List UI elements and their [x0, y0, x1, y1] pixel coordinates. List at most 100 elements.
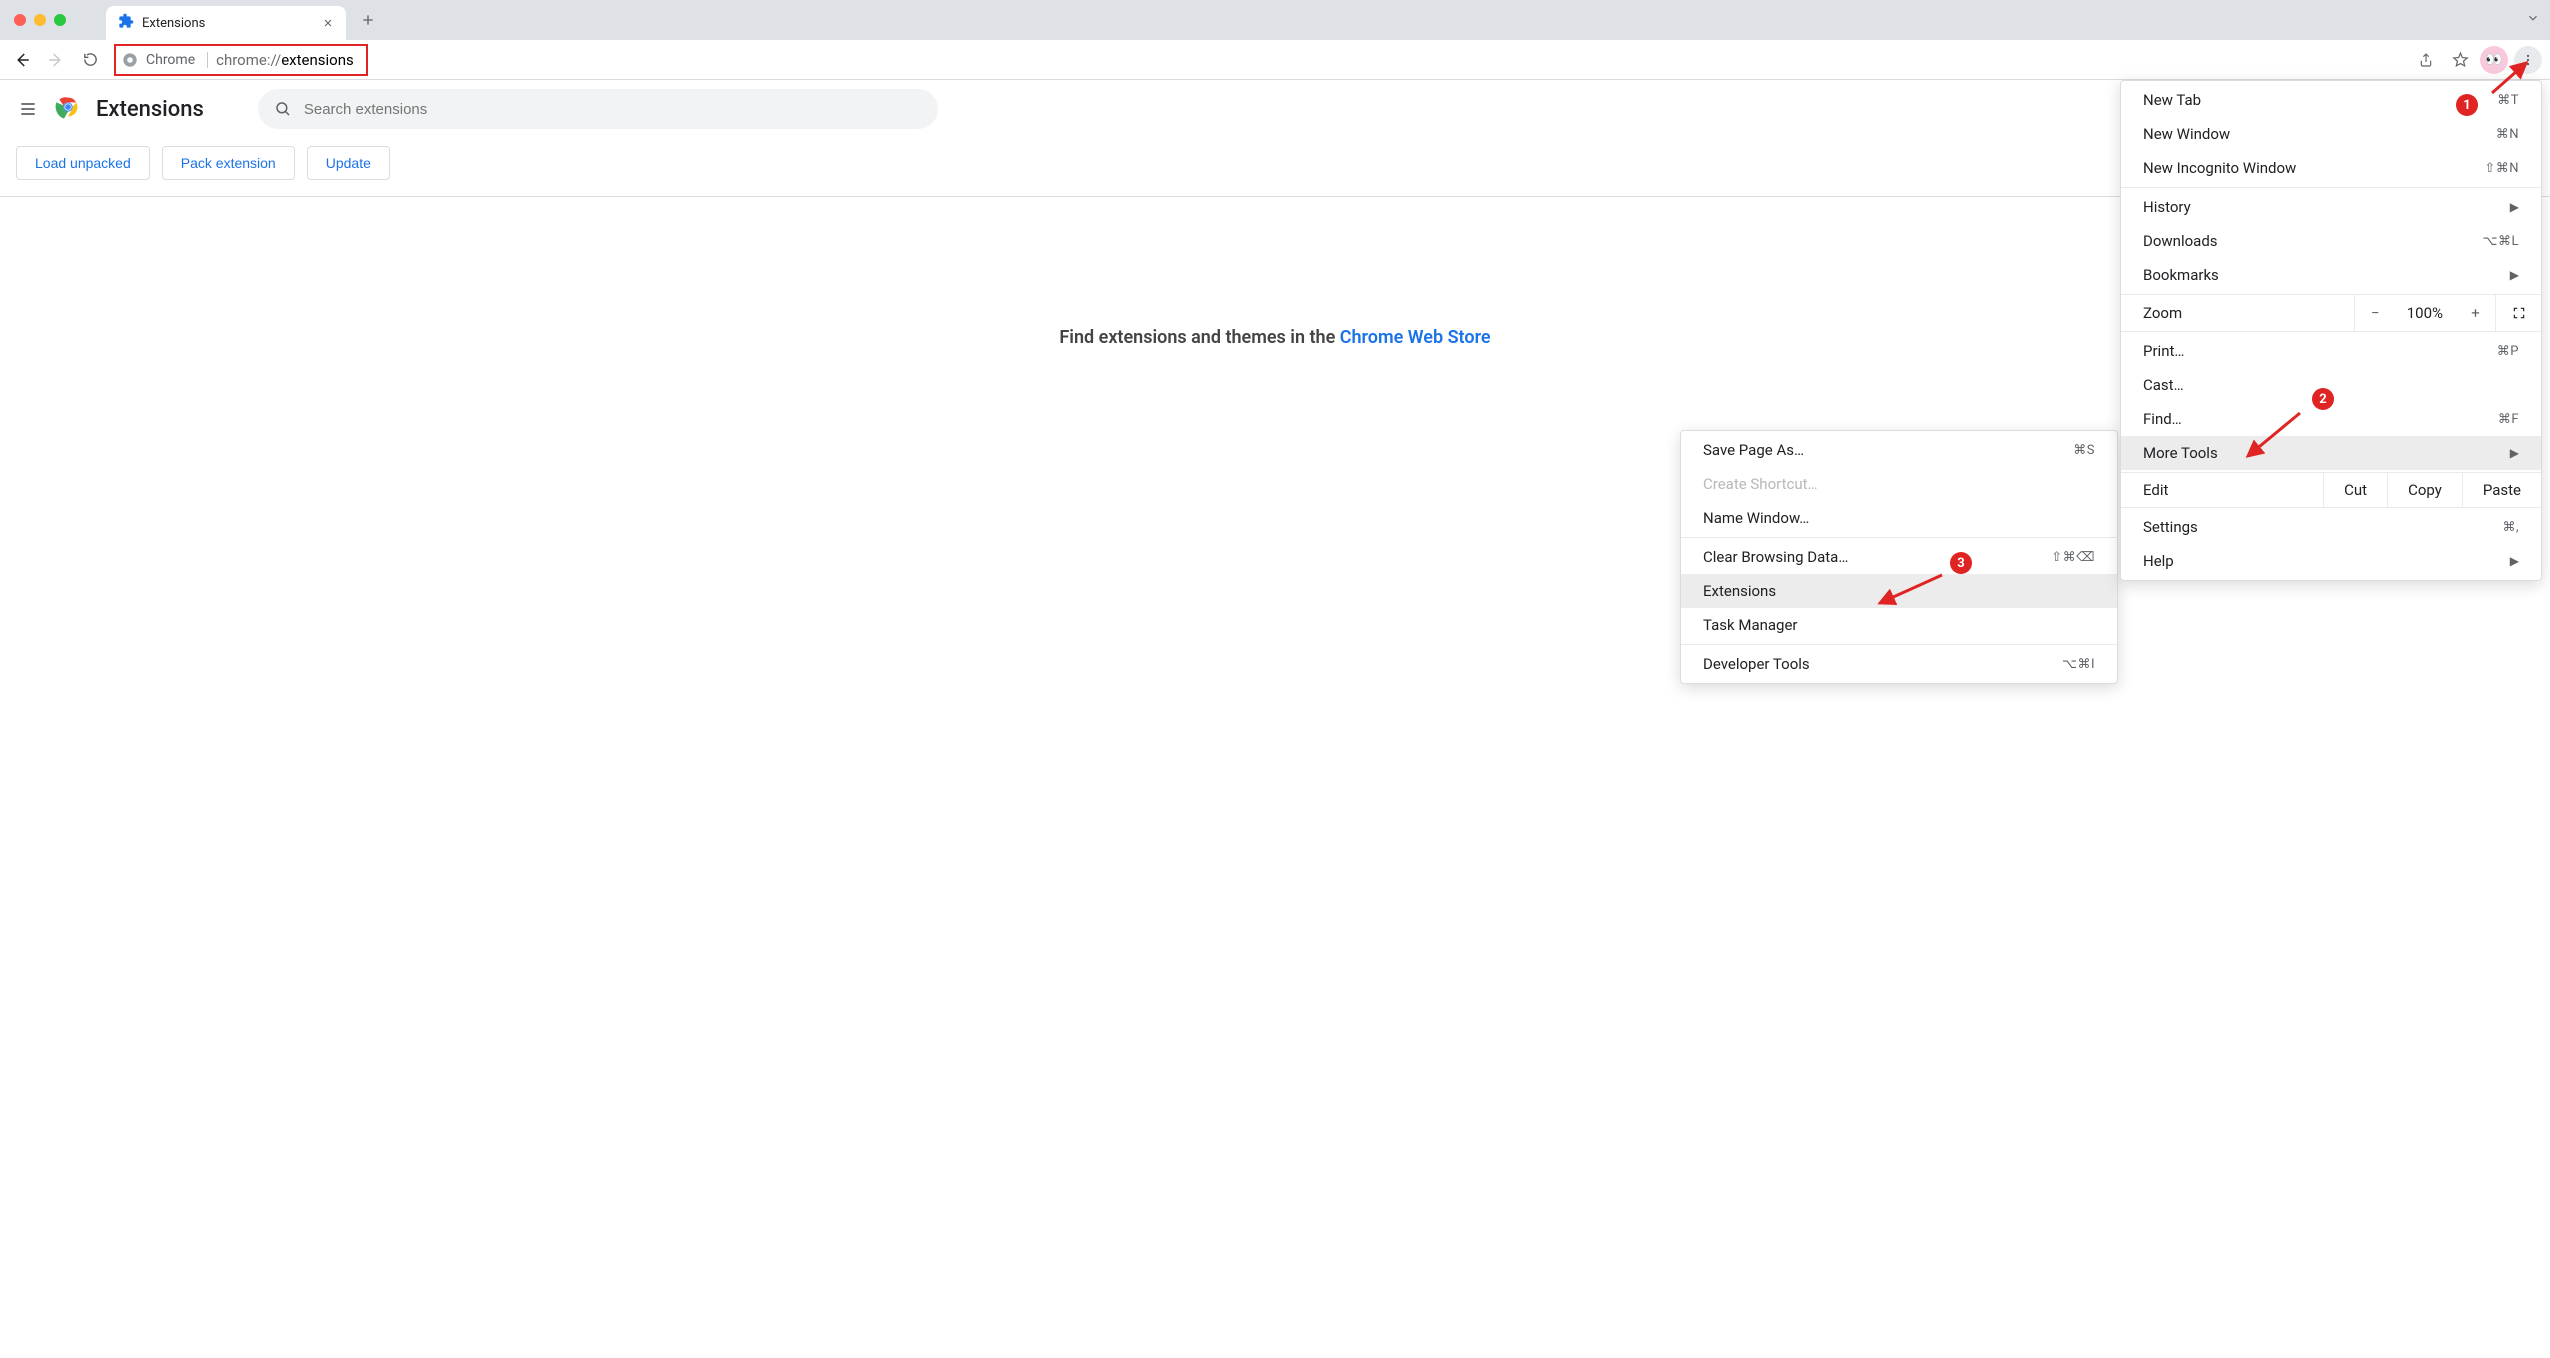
menu-settings[interactable]: Settings⌘, — [2121, 510, 2541, 544]
submenu-name-window-label: Name Window… — [1703, 509, 2095, 527]
window-minimize-button[interactable] — [34, 14, 46, 26]
menu-paste[interactable]: Paste — [2462, 473, 2541, 507]
annotation-badge-1: 1 — [2456, 94, 2478, 116]
submenu-save-page[interactable]: Save Page As…⌘S — [1681, 433, 2117, 467]
chevron-right-icon: ▶ — [2510, 268, 2519, 282]
submenu-save-page-accel: ⌘S — [2073, 443, 2095, 458]
search-icon — [274, 100, 292, 118]
menu-more-tools[interactable]: More Tools▶ — [2121, 436, 2541, 470]
menu-find[interactable]: Find…⌘F — [2121, 402, 2541, 436]
app-menu-button[interactable] — [2514, 46, 2542, 74]
menu-new-tab-accel: ⌘T — [2497, 93, 2519, 108]
extension-icon — [118, 13, 134, 33]
address-bar[interactable]: Chrome chrome://extensions — [114, 44, 368, 76]
search-field[interactable] — [304, 101, 922, 118]
menu-new-tab[interactable]: New Tab⌘T — [2121, 83, 2541, 117]
reload-button[interactable] — [76, 46, 104, 74]
share-button[interactable] — [2412, 46, 2440, 74]
update-button[interactable]: Update — [307, 146, 390, 180]
submenu-create-shortcut: Create Shortcut… — [1681, 467, 2117, 501]
tab-title: Extensions — [142, 16, 312, 31]
chrome-logo-icon — [54, 93, 82, 125]
submenu-save-page-label: Save Page As… — [1703, 441, 2073, 459]
menu-history[interactable]: History▶ — [2121, 190, 2541, 224]
page-title: Extensions — [96, 97, 204, 122]
submenu-dev-tools[interactable]: Developer Tools⌥⌘I — [1681, 647, 2117, 681]
submenu-clear-data-accel: ⇧⌘⌫ — [2051, 550, 2095, 565]
menu-cut[interactable]: Cut — [2323, 473, 2387, 507]
submenu-extensions-label: Extensions — [1703, 582, 2095, 600]
menu-print-label: Print… — [2143, 342, 2497, 360]
annotation-badge-2: 2 — [2312, 388, 2334, 410]
traffic-lights — [14, 14, 66, 26]
url-security-chip: Chrome — [122, 52, 208, 68]
tabs-dropdown-icon[interactable] — [2526, 11, 2540, 29]
submenu-clear-data[interactable]: Clear Browsing Data…⇧⌘⌫ — [1681, 540, 2117, 574]
menu-find-accel: ⌘F — [2498, 412, 2519, 427]
menu-bookmarks[interactable]: Bookmarks▶ — [2121, 258, 2541, 292]
menu-new-tab-label: New Tab — [2143, 91, 2497, 109]
forward-button[interactable] — [42, 46, 70, 74]
menu-zoom-label: Zoom — [2121, 296, 2354, 330]
load-unpacked-button[interactable]: Load unpacked — [16, 146, 150, 180]
window-fullscreen-button[interactable] — [54, 14, 66, 26]
zoom-percent: 100% — [2395, 304, 2455, 322]
url-prefix: chrome:// — [216, 51, 281, 69]
submenu-extensions[interactable]: Extensions — [1681, 574, 2117, 608]
menu-downloads-label: Downloads — [2143, 232, 2483, 250]
browser-toolbar: Chrome chrome://extensions 👀 — [0, 40, 2550, 80]
window-close-button[interactable] — [14, 14, 26, 26]
chevron-right-icon: ▶ — [2510, 446, 2519, 460]
bookmark-star-button[interactable] — [2446, 46, 2474, 74]
submenu-create-shortcut-label: Create Shortcut… — [1703, 475, 2095, 493]
menu-new-incognito[interactable]: New Incognito Window⇧⌘N — [2121, 151, 2541, 185]
url-chip-label: Chrome — [146, 52, 195, 68]
zoom-in-button[interactable]: + — [2455, 295, 2495, 331]
menu-downloads[interactable]: Downloads⌥⌘L — [2121, 224, 2541, 258]
menu-help-label: Help — [2143, 552, 2510, 570]
annotation-badge-3: 3 — [1950, 552, 1972, 574]
menu-icon[interactable] — [16, 97, 40, 121]
menu-new-window-accel: ⌘N — [2496, 127, 2519, 142]
submenu-name-window[interactable]: Name Window… — [1681, 501, 2117, 535]
menu-more-tools-label: More Tools — [2143, 444, 2510, 462]
tab-close-button[interactable] — [320, 15, 336, 31]
new-tab-button[interactable] — [354, 6, 382, 34]
menu-new-incognito-label: New Incognito Window — [2143, 159, 2484, 177]
chevron-right-icon: ▶ — [2510, 554, 2519, 568]
menu-help[interactable]: Help▶ — [2121, 544, 2541, 578]
back-button[interactable] — [8, 46, 36, 74]
browser-tab[interactable]: Extensions — [106, 6, 346, 40]
submenu-task-manager[interactable]: Task Manager — [1681, 608, 2117, 642]
menu-new-window[interactable]: New Window⌘N — [2121, 117, 2541, 151]
url-path: extensions — [281, 51, 354, 69]
submenu-dev-tools-label: Developer Tools — [1703, 655, 2062, 673]
chevron-right-icon: ▶ — [2510, 200, 2519, 214]
menu-edit-label: Edit — [2121, 473, 2323, 507]
menu-downloads-accel: ⌥⌘L — [2483, 234, 2519, 249]
more-tools-submenu: Save Page As…⌘S Create Shortcut… Name Wi… — [1680, 430, 2118, 684]
url-text: chrome://extensions — [216, 51, 354, 69]
app-menu: New Tab⌘T New Window⌘N New Incognito Win… — [2120, 80, 2542, 581]
fullscreen-button[interactable] — [2495, 295, 2541, 331]
chrome-web-store-link[interactable]: Chrome Web Store — [1340, 327, 1491, 348]
menu-bookmarks-label: Bookmarks — [2143, 266, 2510, 284]
empty-state-prefix: Find extensions and themes in the — [1059, 327, 1339, 348]
menu-new-incognito-accel: ⇧⌘N — [2484, 161, 2519, 176]
search-input[interactable] — [258, 89, 938, 129]
submenu-task-manager-label: Task Manager — [1703, 616, 2095, 634]
zoom-out-button[interactable]: − — [2355, 295, 2395, 331]
menu-print[interactable]: Print…⌘P — [2121, 334, 2541, 368]
menu-zoom-row: Zoom − 100% + — [2121, 295, 2541, 331]
menu-print-accel: ⌘P — [2497, 344, 2519, 359]
profile-avatar[interactable]: 👀 — [2480, 46, 2508, 74]
submenu-dev-tools-accel: ⌥⌘I — [2062, 657, 2095, 672]
tab-strip: Extensions — [0, 0, 2550, 40]
menu-find-label: Find… — [2143, 410, 2498, 428]
menu-edit-row: Edit Cut Copy Paste — [2121, 473, 2541, 507]
menu-settings-label: Settings — [2143, 518, 2502, 536]
pack-extension-button[interactable]: Pack extension — [162, 146, 295, 180]
menu-settings-accel: ⌘, — [2502, 520, 2519, 535]
submenu-clear-data-label: Clear Browsing Data… — [1703, 548, 2051, 566]
menu-copy[interactable]: Copy — [2387, 473, 2462, 507]
